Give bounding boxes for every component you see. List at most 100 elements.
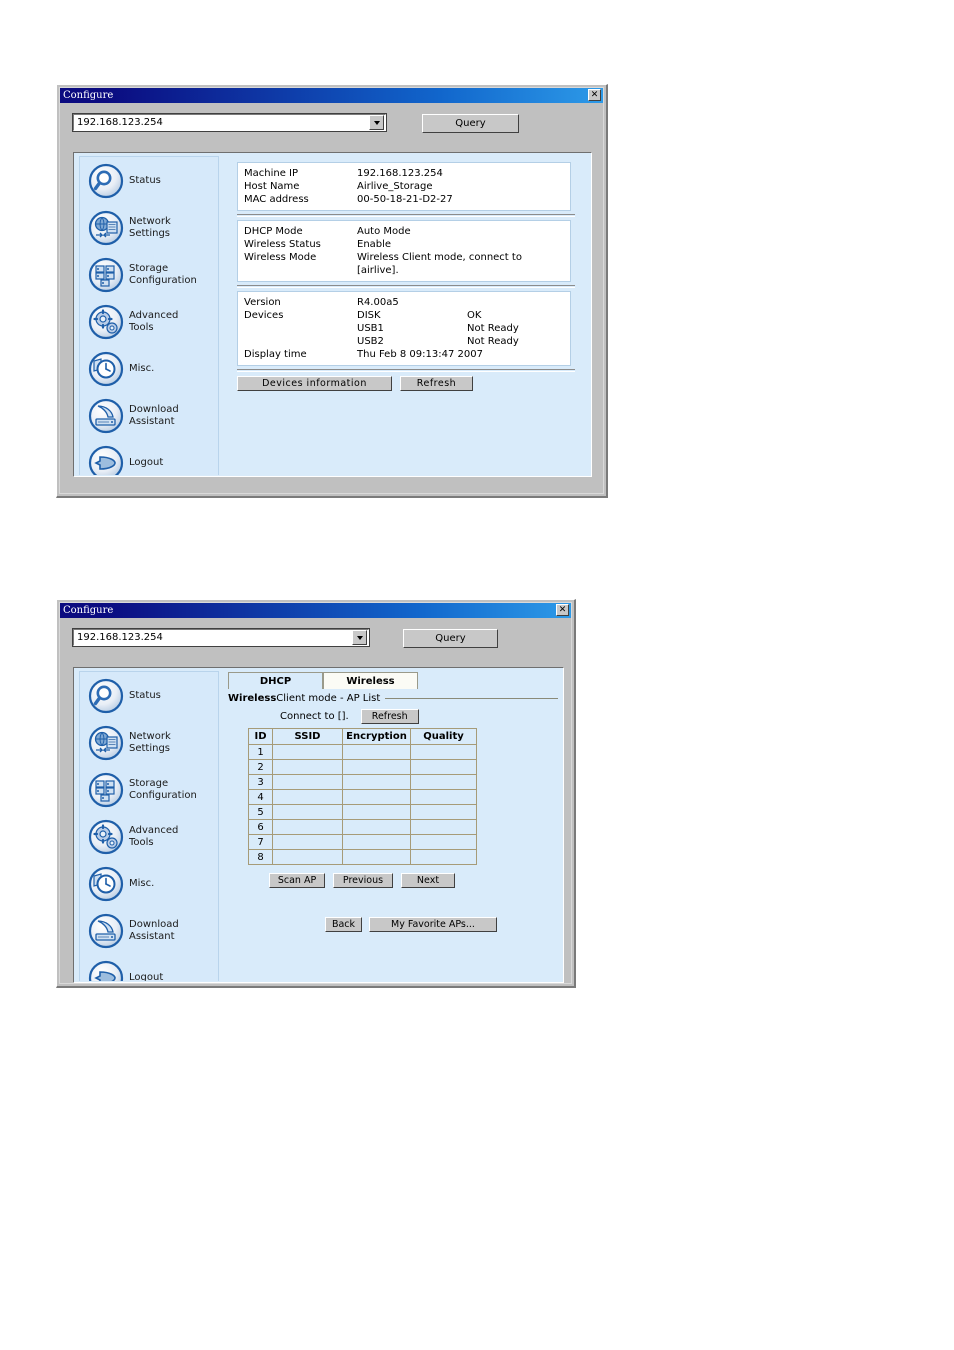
sidebar-item-status[interactable]: Status [80,157,218,204]
info-value: Wireless Client mode, connect to [airliv… [357,252,522,276]
next-label: Next [416,875,440,886]
info-value: R4.00a5 [357,297,399,308]
tab-dhcp[interactable]: DHCP [228,672,323,689]
cell-ssid [272,834,343,850]
logout-arrow-icon [88,445,124,475]
sidebar-item-logout[interactable]: Logout [80,439,218,475]
table-row[interactable]: 6 [248,819,477,835]
sidebar-item-misc[interactable]: Misc. [80,860,218,907]
section-header: Wireless Client mode - AP List [228,693,558,704]
sidebar-item-advanced-tools[interactable]: Advanced Tools [80,813,218,860]
close-icon[interactable]: ✕ [588,89,601,101]
content-pane: Status Network Settings Storage Configur… [73,667,564,983]
table-row[interactable]: 4 [248,789,477,805]
chevron-down-icon[interactable] [369,115,384,130]
cell-id: 6 [248,819,273,835]
refresh-button[interactable]: Refresh [400,376,473,391]
devices-information-button[interactable]: Devices information [237,376,392,391]
storage-grid-icon [88,772,124,808]
cell-id: 7 [248,834,273,850]
sidebar-item-storage-configuration[interactable]: Storage Configuration [80,251,218,298]
table-row[interactable]: 3 [248,774,477,790]
sidebar-item-storage-configuration[interactable]: Storage Configuration [80,766,218,813]
query-button-label: Query [435,633,466,644]
info-row: MAC address 00-50-18-21-D2-27 [244,193,564,206]
table-row[interactable]: 8 [248,849,477,865]
table-row[interactable]: 1 [248,744,477,760]
ip-address-combobox[interactable]: 192.168.123.254 [72,628,370,647]
sidebar-item-network-settings[interactable]: Network Settings [80,204,218,251]
network-info-box: DHCP Mode Auto Mode Wireless Status Enab… [237,220,571,282]
info-key: Version [244,297,281,308]
download-icon [88,398,124,434]
cell-ssid [272,774,343,790]
sidebar-item-download-assistant[interactable]: Download Assistant [80,907,218,954]
ip-address-input[interactable]: 192.168.123.254 [74,117,369,129]
info-key: Host Name [244,181,300,192]
sidebar-item-advanced-tools[interactable]: Advanced Tools [80,298,218,345]
sidebar-item-status[interactable]: Status [80,672,218,719]
ip-address-combobox[interactable]: 192.168.123.254 [72,113,387,132]
info-key: MAC address [244,194,309,205]
cell-encryption [342,804,411,820]
column-header-quality: Quality [410,728,477,745]
query-button[interactable]: Query [403,629,498,648]
my-favorite-aps-button[interactable]: My Favorite APs... [369,917,497,932]
sidebar-item-network-settings[interactable]: Network Settings [80,719,218,766]
column-header-encryption: Encryption [342,728,411,745]
refresh-ap-label: Refresh [371,711,408,722]
cell-id: 1 [248,744,273,760]
cell-quality [410,774,477,790]
refresh-label: Refresh [416,378,457,389]
cell-ssid [272,804,343,820]
titlebar[interactable]: Configure ✕ [60,88,603,103]
info-value: 192.168.123.254 [357,168,443,179]
info-row: DHCP Mode Auto Mode [244,225,564,238]
section-title-rest: Client mode - AP List [276,693,381,704]
column-header-id: ID [248,728,273,745]
info-key: DHCP Mode [244,226,303,237]
chevron-down-icon[interactable] [352,630,367,645]
info-key-spacer [244,335,357,348]
cell-quality [410,789,477,805]
sidebar-item-label: Misc. [129,877,155,889]
previous-label: Previous [342,875,384,886]
cell-encryption [342,774,411,790]
query-button[interactable]: Query [422,114,519,133]
titlebar[interactable]: Configure ✕ [60,603,571,618]
ip-address-input[interactable]: 192.168.123.254 [74,632,352,644]
back-button[interactable]: Back [325,917,362,932]
cell-quality [410,819,477,835]
clock-icon [88,351,124,387]
cell-ssid [272,759,343,775]
refresh-ap-button[interactable]: Refresh [360,709,419,724]
column-header-ssid: SSID [272,728,343,745]
info-key-spacer [244,322,357,335]
cell-id: 4 [248,789,273,805]
scan-ap-button[interactable]: Scan AP [269,873,325,888]
status-info-panel: Machine IP 192.168.123.254 Host Name Air… [237,162,575,391]
table-row[interactable]: 7 [248,834,477,850]
sidebar-item-label: Storage Configuration [129,263,197,286]
previous-button[interactable]: Previous [333,873,393,888]
tab-dhcp-label: DHCP [259,675,292,687]
sidebar-item-label: Network Settings [129,731,171,754]
cell-id: 8 [248,849,273,865]
table-row[interactable]: 5 [248,804,477,820]
info-value: Auto Mode [357,226,411,237]
sidebar-item-logout[interactable]: Logout [80,954,218,981]
info-row: Version R4.00a5 [244,296,564,309]
sidebar-item-download-assistant[interactable]: Download Assistant [80,392,218,439]
info-row: Devices DISK OK [244,309,564,322]
next-button[interactable]: Next [401,873,455,888]
close-icon[interactable]: ✕ [556,604,569,616]
gears-icon [88,819,124,855]
device-status: Not Ready [467,323,519,334]
sidebar-nav: Status Network Settings Storage Configur… [79,156,219,475]
logout-arrow-icon [88,960,124,981]
tab-wireless[interactable]: Wireless [323,672,418,689]
sidebar-item-label: Download Assistant [129,919,179,942]
table-row[interactable]: 2 [248,759,477,775]
sidebar-item-misc[interactable]: Misc. [80,345,218,392]
divider [237,214,575,217]
